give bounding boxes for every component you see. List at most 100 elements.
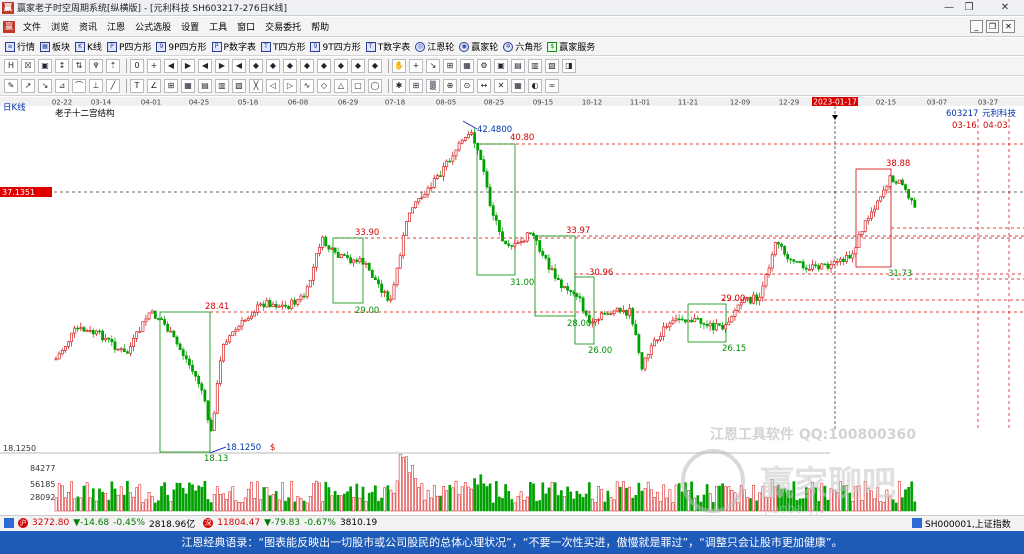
drawing-tool-30[interactable]: ▥ (528, 59, 542, 73)
shape-tool-11[interactable]: ▤ (198, 79, 212, 93)
drawing-tool-25[interactable]: ⊞ (443, 59, 457, 73)
shape-tool-17[interactable]: ∿ (300, 79, 314, 93)
doc-minimize-button[interactable]: _ (970, 20, 983, 33)
shape-tool-10[interactable]: ▦ (181, 79, 195, 93)
shape-tool-7[interactable]: T (130, 79, 144, 93)
restore-button[interactable]: ❐ (954, 0, 984, 16)
menu-help[interactable]: 帮助 (306, 20, 334, 33)
toolbar-quotes-button[interactable]: ≡ 行情 (5, 40, 35, 53)
shape-tool-20[interactable]: ▢ (351, 79, 365, 93)
shape-tool-4[interactable]: ⌒ (72, 79, 86, 93)
menu-tools[interactable]: 工具 (204, 20, 232, 33)
drawing-tool-9[interactable]: ◀ (164, 59, 178, 73)
menu-info[interactable]: 资讯 (74, 20, 102, 33)
toolbar-t-square-button[interactable]: T T四方形 (260, 40, 305, 53)
drawing-tool-27[interactable]: ⚙ (477, 59, 491, 73)
toolbar-winner-wheel-button[interactable]: ◉ 赢家轮 (459, 40, 498, 53)
shape-tool-19[interactable]: △ (334, 79, 348, 93)
drawing-tool-24[interactable]: ↘ (426, 59, 440, 73)
shape-tool-14[interactable]: ╳ (249, 79, 263, 93)
drawing-tool-18[interactable]: ◆ (317, 59, 331, 73)
close-button[interactable]: ✕ (990, 0, 1020, 16)
shape-tool-13[interactable]: ▧ (232, 79, 246, 93)
shape-tool-12[interactable]: ▥ (215, 79, 229, 93)
candle-body (129, 346, 132, 354)
shape-tool-31[interactable]: ∞ (545, 79, 559, 93)
shape-tool-16[interactable]: ▷ (283, 79, 297, 93)
toolbar-sector-button[interactable]: ▦ 板块 (40, 40, 70, 53)
shape-tool-21[interactable]: ◯ (368, 79, 382, 93)
toolbar-9p-square-button[interactable]: 9 9P四方形 (156, 40, 207, 53)
drawing-tool-16[interactable]: ◆ (283, 59, 297, 73)
menu-settings[interactable]: 设置 (176, 20, 204, 33)
drawing-tool-0[interactable]: H (4, 59, 18, 73)
drawing-tool-1[interactable]: ☒ (21, 59, 35, 73)
toolbar-p-square-button[interactable]: P P四方形 (106, 40, 151, 53)
index-code[interactable]: SH000001,上证指数 (925, 517, 1011, 530)
toolbar-gann-wheel-button[interactable]: ◎ 江恩轮 (415, 40, 454, 53)
drawing-tool-11[interactable]: ◀ (198, 59, 212, 73)
drawing-tool-17[interactable]: ◆ (300, 59, 314, 73)
drawing-tool-23[interactable]: + (409, 59, 423, 73)
shape-tool-6[interactable]: ╱ (106, 79, 120, 93)
shape-tool-29[interactable]: ▦ (511, 79, 525, 93)
drawing-tool-28[interactable]: ▣ (494, 59, 508, 73)
drawing-tool-12[interactable]: ▶ (215, 59, 229, 73)
toolbar-p-table-button[interactable]: P P数字表 (211, 40, 256, 53)
shape-tool-23[interactable]: ⊞ (409, 79, 423, 93)
drawing-tool-22[interactable]: ✋ (392, 59, 406, 73)
drawing-tool-20[interactable]: ◆ (351, 59, 365, 73)
toolbar-9t-square-button[interactable]: 9 9T四方形 (310, 40, 361, 53)
drawing-tool-15[interactable]: ◆ (266, 59, 280, 73)
shape-tool-1[interactable]: ↗ (21, 79, 35, 93)
toolbar-hexagon-button[interactable]: ✡ 六角形 (503, 40, 542, 53)
shape-tool-0[interactable]: ✎ (4, 79, 18, 93)
kline-chart[interactable]: 02-22 03-14 04-01 04-25 05-18 06-08 06-29 07-18… (0, 97, 1024, 517)
shape-tool-2[interactable]: ↘ (38, 79, 52, 93)
shape-tool-25[interactable]: ⊕ (443, 79, 457, 93)
shape-tool-30[interactable]: ◐ (528, 79, 542, 93)
shape-tool-3[interactable]: ⊿ (55, 79, 69, 93)
shape-tool-9[interactable]: ⊞ (164, 79, 178, 93)
drawing-tool-14[interactable]: ◆ (249, 59, 263, 73)
shape-tool-15[interactable]: ◁ (266, 79, 280, 93)
doc-restore-button[interactable]: ❐ (986, 20, 999, 33)
menu-formula[interactable]: 公式选股 (130, 20, 176, 33)
shape-tool-18[interactable]: ◇ (317, 79, 331, 93)
toolbar-kline-button[interactable]: K K线 (75, 40, 102, 53)
menu-window[interactable]: 窗口 (232, 20, 260, 33)
menu-browse[interactable]: 浏览 (46, 20, 74, 33)
toolbar-t-table-button[interactable]: T T数字表 (365, 40, 410, 53)
shape-tool-24[interactable]: ▒ (426, 79, 440, 93)
kline-chart-panel[interactable]: 02-22 03-14 04-01 04-25 05-18 06-08 06-29 07-18… (0, 97, 1024, 517)
candle-body (246, 317, 250, 321)
drawing-tool-32[interactable]: ◨ (562, 59, 576, 73)
shape-tool-5[interactable]: ⊥ (89, 79, 103, 93)
shape-tool-27[interactable]: ↔ (477, 79, 491, 93)
drawing-tool-7[interactable]: 0 (130, 59, 144, 73)
drawing-tool-31[interactable]: ▧ (545, 59, 559, 73)
shape-tool-26[interactable]: ⊙ (460, 79, 474, 93)
candle-body (606, 313, 610, 315)
drawing-tool-8[interactable]: + (147, 59, 161, 73)
drawing-tool-29[interactable]: ▤ (511, 59, 525, 73)
drawing-tool-21[interactable]: ◆ (368, 59, 382, 73)
drawing-tool-13[interactable]: ◀ (232, 59, 246, 73)
menu-trade[interactable]: 交易委托 (260, 20, 306, 33)
doc-close-button[interactable]: ✕ (1002, 20, 1015, 33)
candle-body (752, 294, 756, 304)
drawing-tool-3[interactable]: ↕ (55, 59, 69, 73)
drawing-tool-26[interactable]: ▦ (460, 59, 474, 73)
menu-file[interactable]: 文件 (18, 20, 46, 33)
drawing-tool-10[interactable]: ▶ (181, 59, 195, 73)
drawing-tool-2[interactable]: ▣ (38, 59, 52, 73)
drawing-tool-6[interactable]: ⇡ (106, 59, 120, 73)
drawing-tool-19[interactable]: ◆ (334, 59, 348, 73)
menu-gann[interactable]: 江恩 (102, 20, 130, 33)
shape-tool-22[interactable]: ✱ (392, 79, 406, 93)
toolbar-service-button[interactable]: $ 赢家服务 (547, 40, 595, 53)
shape-tool-8[interactable]: ∠ (147, 79, 161, 93)
shape-tool-28[interactable]: ✕ (494, 79, 508, 93)
drawing-tool-5[interactable]: ♆ (89, 59, 103, 73)
drawing-tool-4[interactable]: ⇅ (72, 59, 86, 73)
